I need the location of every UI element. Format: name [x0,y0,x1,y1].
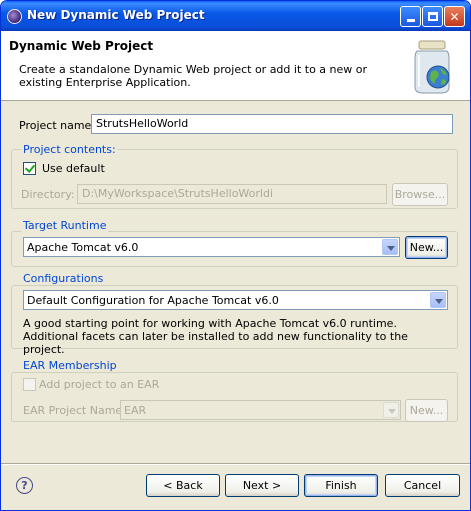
directory-label: Directory: [21,188,75,201]
page-description: Create a standalone Dynamic Web project … [19,63,368,89]
configurations-value: Default Configuration for Apache Tomcat … [27,294,279,307]
add-to-ear-label: Add project to an EAR [39,378,160,391]
configurations-description: A good starting point for working with A… [23,317,408,356]
maximize-icon [427,12,438,21]
footer-separator [1,463,470,465]
close-icon: ✕ [449,9,460,24]
next-button[interactable]: Next > [225,474,299,497]
ear-membership-title: EAR Membership [21,359,119,372]
new-runtime-button[interactable]: New... [405,236,448,259]
minimize-button[interactable] [400,6,421,27]
ear-project-name-value: EAR [124,404,147,417]
target-runtime-title: Target Runtime [21,219,109,232]
use-default-label: Use default [42,162,105,175]
project-name-label: Project name: [19,119,96,132]
back-button[interactable]: < Back [146,474,220,497]
project-name-input[interactable]: StrutsHelloWorld [91,114,453,134]
target-runtime-value: Apache Tomcat v6.0 [27,241,139,254]
new-ear-button[interactable]: New... [405,399,448,422]
chevron-down-icon[interactable] [383,402,399,418]
eclipse-icon [7,9,22,24]
finish-button[interactable]: Finish [304,474,378,497]
window-title: New Dynamic Web Project [27,8,205,22]
close-button[interactable]: ✕ [444,6,465,27]
title-bar[interactable]: New Dynamic Web Project ✕ [1,1,470,31]
chevron-down-icon[interactable] [430,292,446,308]
project-contents-title: Project contents: [21,143,118,156]
directory-input[interactable]: D:\MyWorkspace\StrutsHelloWorldi [77,184,387,204]
target-runtime-select[interactable]: Apache Tomcat v6.0 [23,237,400,257]
configurations-title: Configurations [21,272,106,285]
add-to-ear-checkbox[interactable] [23,378,36,391]
configurations-select[interactable]: Default Configuration for Apache Tomcat … [23,290,448,310]
web-project-jar-icon [414,40,450,94]
cancel-button[interactable]: Cancel [385,474,460,497]
ear-project-name-label: EAR Project Name: [23,404,126,417]
help-icon[interactable]: ? [16,477,33,494]
ear-project-name-select[interactable]: EAR [120,400,401,420]
wizard-banner: Dynamic Web Project Create a standalone … [1,31,470,101]
dialog-window: New Dynamic Web Project ✕ Dynamic Web Pr… [0,0,471,511]
use-default-checkbox[interactable] [23,162,36,175]
chevron-down-icon[interactable] [382,239,398,255]
browse-button[interactable]: Browse... [392,183,448,206]
maximize-button[interactable] [422,6,443,27]
page-title: Dynamic Web Project [9,39,154,53]
minimize-icon [406,19,415,22]
